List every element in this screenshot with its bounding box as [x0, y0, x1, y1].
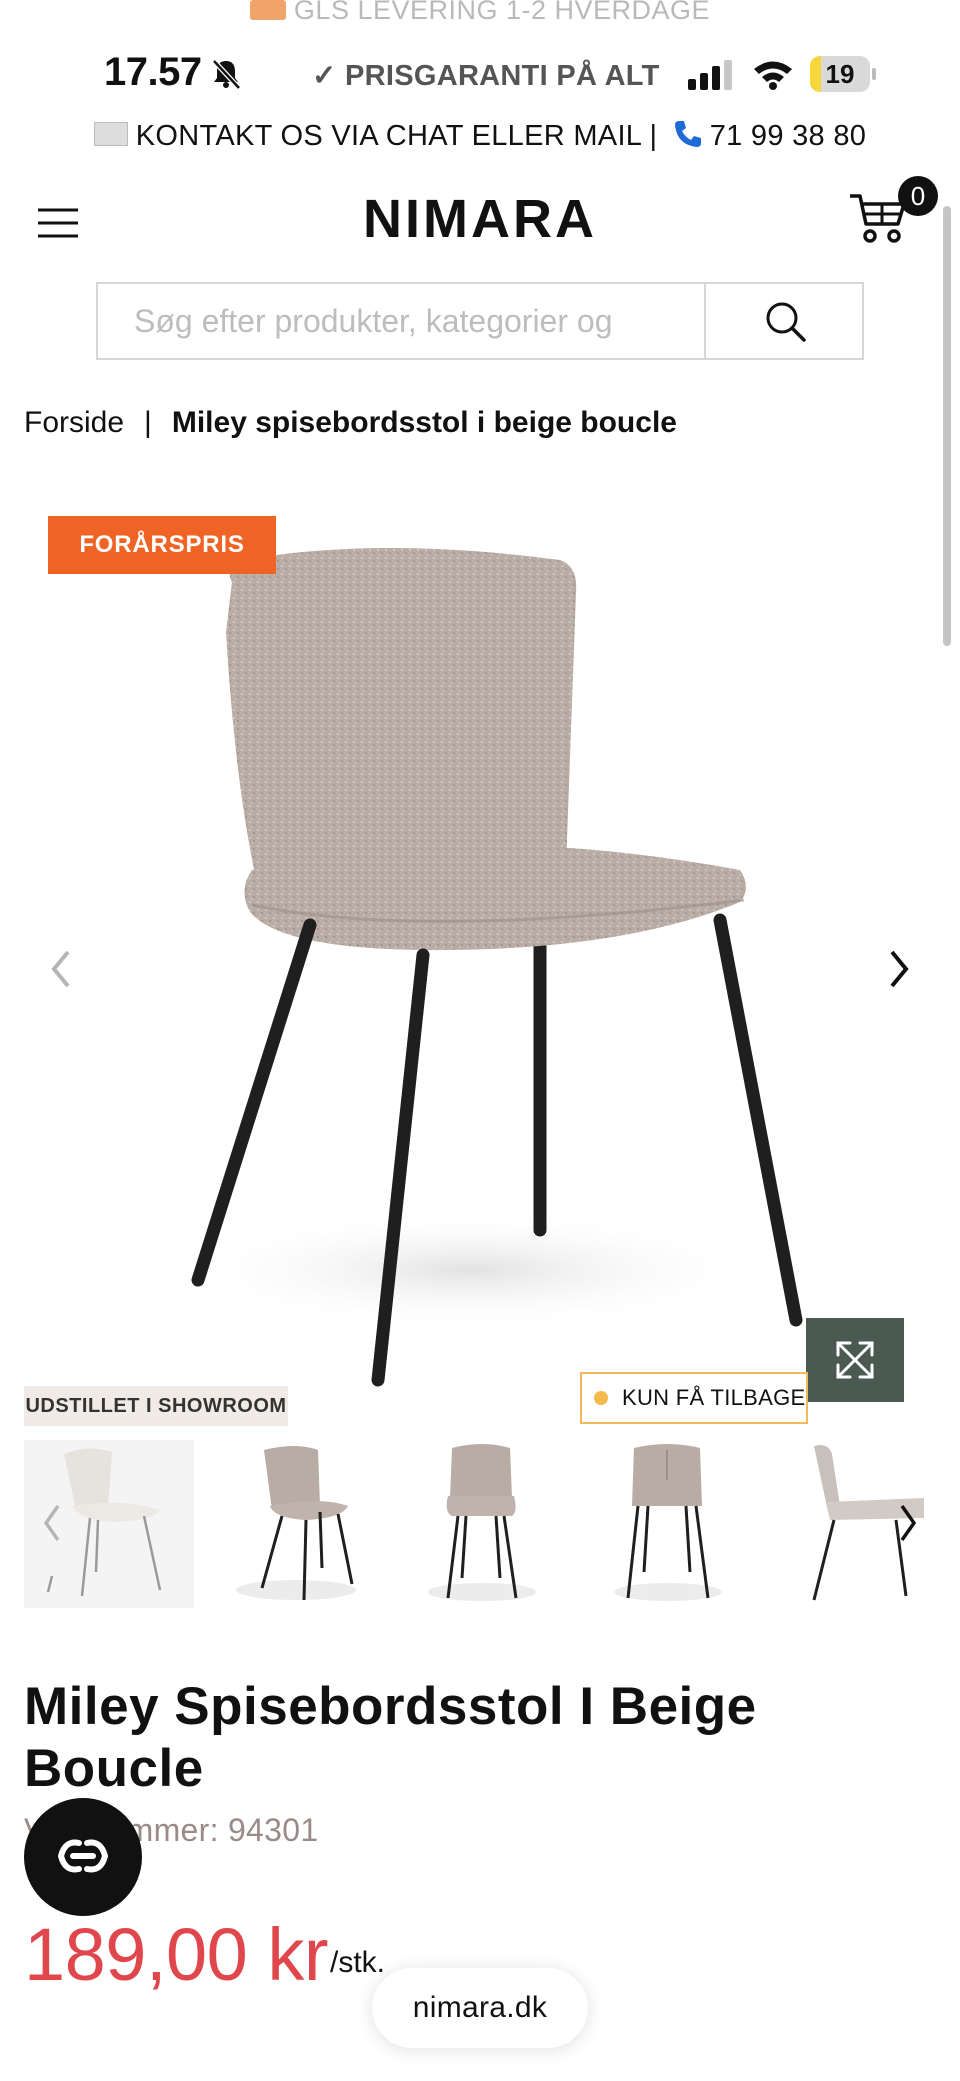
- search-input[interactable]: [98, 284, 704, 358]
- fullscreen-button[interactable]: [806, 1318, 904, 1402]
- status-bar: 17.57 ✓ PRISGARANTI PÅ ALT 19: [0, 40, 960, 104]
- browser-url-bar[interactable]: nimara.dk: [372, 1968, 588, 2048]
- contact-phone[interactable]: 71 99 38 80: [710, 120, 867, 152]
- product-price: 189,00 kr: [24, 1913, 329, 1996]
- status-dot: [594, 1391, 608, 1405]
- price-unit: /stk.: [330, 1946, 386, 1979]
- low-stock-badge: KUN FÅ TILBAGE: [580, 1372, 808, 1424]
- low-stock-text: KUN FÅ TILBAGE: [622, 1385, 806, 1410]
- thumbnail-strip: [24, 1440, 924, 1608]
- product-title: Miley Spisebordsstol I Beige Boucle: [24, 1677, 757, 1798]
- status-time: 17.57: [104, 50, 202, 94]
- breadcrumb: Forside | Miley spisebordsstol i beige bou…: [24, 406, 677, 440]
- thumbnail-2[interactable]: [210, 1440, 380, 1608]
- contact-bar[interactable]: KONTAKT OS VIA CHAT ELLER MAIL | 71 99 3…: [0, 120, 960, 153]
- chat-button[interactable]: [24, 1798, 142, 1916]
- breadcrumb-home-link[interactable]: Forside: [24, 406, 124, 439]
- mail-icon: [93, 122, 128, 147]
- sale-badge: FORÅRSPRIS: [48, 516, 276, 574]
- thumbnail-next-arrow-icon[interactable]: [894, 1500, 922, 1546]
- site-header: NIMARA: [0, 180, 960, 280]
- battery-level: 19: [825, 59, 855, 89]
- top-banner-text: GLS LEVERING 1-2 HVERDAGE: [293, 0, 711, 25]
- price-guarantee-text: ✓ PRISGARANTI PÅ ALT: [312, 60, 660, 92]
- breadcrumb-separator: |: [144, 406, 152, 439]
- wifi-icon: [754, 61, 792, 90]
- search-icon: [766, 302, 806, 342]
- cart-count-badge: 0: [898, 176, 938, 216]
- contact-text: KONTAKT OS VIA CHAT ELLER MAIL |: [135, 120, 658, 152]
- chat-icon: [57, 1839, 109, 1873]
- gallery-prev-arrow-icon[interactable]: [44, 944, 80, 994]
- expand-icon: [836, 1341, 874, 1379]
- gallery-next-arrow-icon[interactable]: [880, 944, 916, 994]
- thumbnail-4[interactable]: [582, 1440, 752, 1608]
- thumbnail-prev-arrow-icon[interactable]: [38, 1500, 66, 1546]
- cellular-signal-icon: [688, 60, 732, 90]
- site-logo[interactable]: NIMARA: [0, 188, 960, 250]
- search-bar: [96, 282, 864, 360]
- truck-icon: [249, 0, 286, 20]
- thumbnail-3[interactable]: [396, 1440, 566, 1608]
- battery-indicator: 19: [810, 56, 876, 92]
- phone-icon: [674, 121, 701, 148]
- bell-muted-icon: [212, 59, 241, 90]
- product-main-image[interactable]: [0, 500, 960, 1400]
- breadcrumb-current: Miley spisebordsstol i beige boucle: [171, 406, 677, 439]
- top-banner: GLS LEVERING 1-2 HVERDAGE: [0, 0, 960, 30]
- showroom-badge: UDSTILLET I SHOWROOM: [24, 1386, 288, 1426]
- search-button[interactable]: [704, 284, 862, 358]
